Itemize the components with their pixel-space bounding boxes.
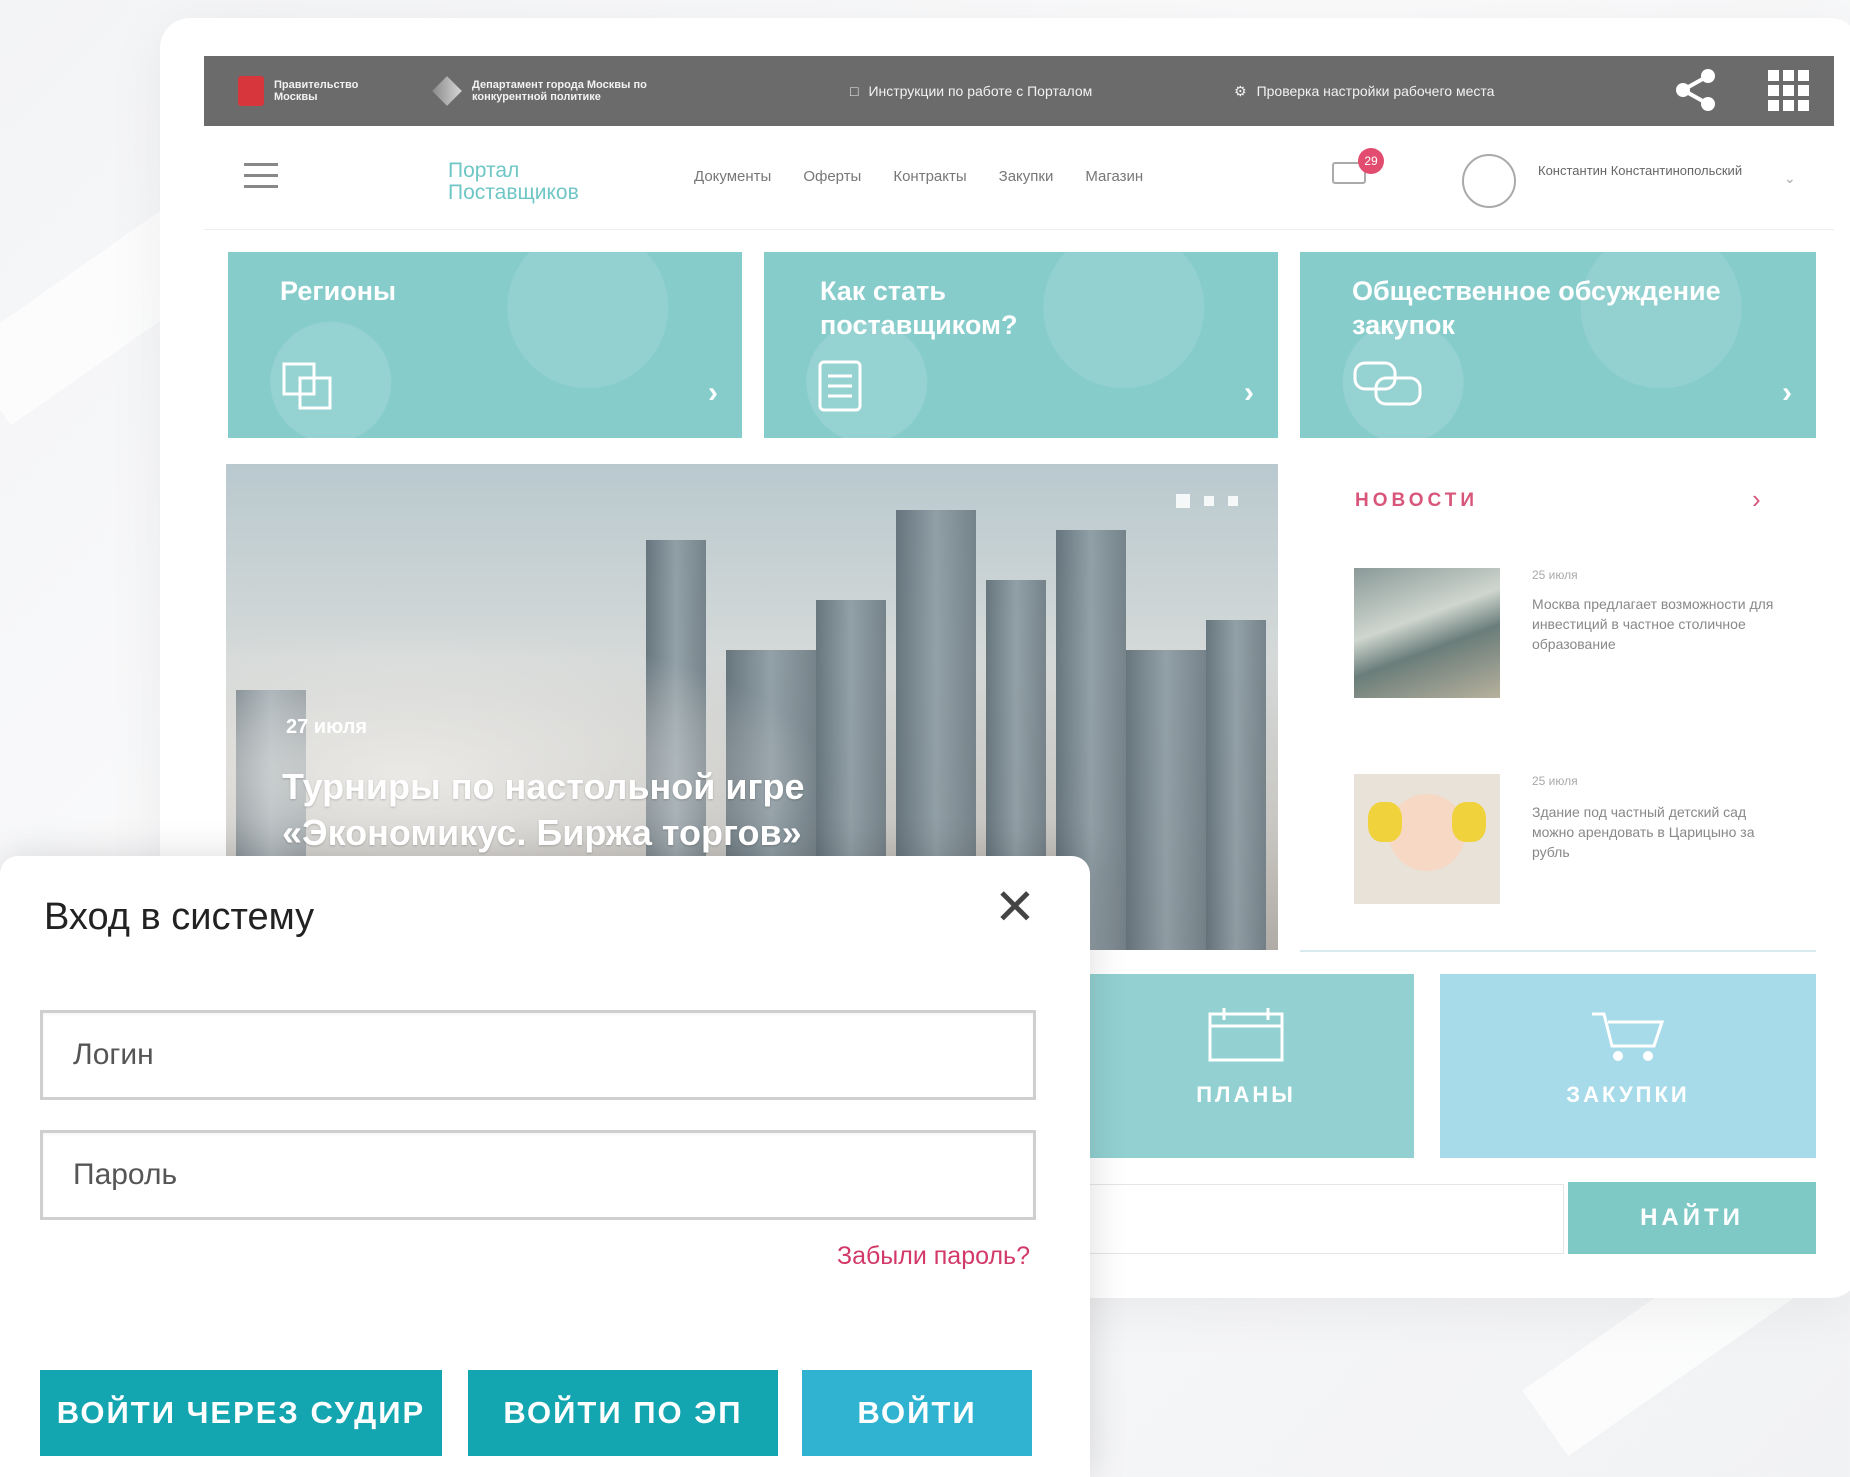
hero-date: 27 июля [286, 716, 368, 738]
instructions-link[interactable]: □ Инструкции по работе с Порталом [850, 83, 1092, 99]
copy-icon [282, 362, 332, 410]
nav-item-contracts[interactable]: Контракты [893, 168, 966, 185]
search-input[interactable] [1078, 1184, 1564, 1254]
login-button[interactable]: ВОЙТИ [802, 1370, 1032, 1456]
news-heading[interactable]: НОВОСТИ [1355, 490, 1478, 512]
tile-plans[interactable]: ПЛАНЫ [1078, 974, 1414, 1158]
mail-icon[interactable]: 29 [1332, 148, 1384, 184]
moscow-emblem-icon [238, 76, 264, 106]
news-text[interactable]: Москва предлагает возможности для инвест… [1532, 594, 1782, 654]
chevron-right-icon: › [708, 376, 718, 409]
chevron-right-icon[interactable]: › [1752, 484, 1761, 515]
apps-grid-icon[interactable] [1768, 70, 1809, 111]
nav-item-shop[interactable]: Магазин [1085, 168, 1143, 185]
tile-how-to-become-supplier[interactable]: Как стать поставщиком? › [764, 252, 1278, 438]
chevron-right-icon: › [1782, 376, 1792, 409]
tile-regions[interactable]: Регионы › [228, 252, 742, 438]
calendar-icon [1208, 1008, 1284, 1062]
nav-item-offers[interactable]: Оферты [803, 168, 861, 185]
shopping-cart-icon [1592, 1012, 1665, 1061]
nav-item-purchases[interactable]: Закупки [999, 168, 1054, 185]
portal-header: Портал Поставщиков Документы Оферты Конт… [204, 126, 1834, 230]
news-image[interactable] [1354, 774, 1500, 904]
book-icon: □ [850, 83, 859, 99]
tile-title: Общественное обсуждение закупок [1352, 276, 1721, 340]
password-field[interactable] [40, 1130, 1036, 1220]
slider-dots[interactable] [1176, 494, 1238, 508]
chat-bubbles-icon [1353, 361, 1422, 406]
mail-count-badge: 29 [1358, 148, 1384, 174]
department-emblem-icon [432, 76, 462, 106]
workplace-check-label: Проверка настройки рабочего места [1256, 83, 1495, 99]
news-text[interactable]: Здание под частный детский сад можно аре… [1532, 802, 1782, 862]
avatar[interactable] [1462, 154, 1516, 208]
user-name[interactable]: Константин Константинопольский [1538, 162, 1768, 179]
forgot-password-link[interactable]: Забыли пароль? [837, 1242, 1030, 1271]
instructions-label: Инструкции по работе с Порталом [868, 83, 1093, 99]
login-sudir-button[interactable]: ВОЙТИ ЧЕРЕЗ СУДИР [40, 1370, 442, 1456]
top-bar: Правительство Москвы Департамент города … [204, 56, 1834, 126]
government-label: Правительство Москвы [274, 79, 359, 103]
search-button[interactable]: НАЙТИ [1568, 1182, 1816, 1254]
news-date: 25 июля [1532, 568, 1578, 582]
department-label: Департамент города Москвы по конкурентно… [472, 79, 647, 103]
tile-title: Регионы [280, 276, 397, 306]
close-icon[interactable]: ✕ [994, 882, 1036, 932]
login-ep-button[interactable]: ВОЙТИ ПО ЭП [468, 1370, 778, 1456]
modal-title: Вход в систему [44, 896, 315, 938]
gear-icon: ⚙ [1234, 82, 1247, 99]
department-link[interactable]: Департамент города Москвы по конкурентно… [432, 76, 662, 106]
divider [1300, 950, 1816, 952]
share-icon[interactable] [1674, 68, 1718, 112]
login-modal: Вход в систему ✕ Забыли пароль? ВОЙТИ ЧЕ… [0, 856, 1090, 1477]
workplace-check-link[interactable]: ⚙ Проверка настройки рабочего места [1234, 83, 1494, 100]
nav-item-documents[interactable]: Документы [694, 168, 771, 185]
chevron-down-icon[interactable]: ⌄ [1784, 170, 1796, 187]
hero-title[interactable]: Турниры по настольной игре «Экономикус. … [282, 764, 982, 856]
tile-title: Как стать поставщиком? [820, 276, 1018, 340]
tile-public-discussion[interactable]: Общественное обсуждение закупок › [1300, 252, 1816, 438]
portal-logo[interactable]: Портал Поставщиков [448, 160, 618, 204]
tile-plans-label: ПЛАНЫ [1196, 1082, 1296, 1107]
document-list-icon [818, 360, 862, 412]
government-link[interactable]: Правительство Москвы [238, 76, 384, 106]
tile-purchases[interactable]: ЗАКУПКИ [1440, 974, 1816, 1158]
menu-icon[interactable] [244, 163, 278, 196]
news-date: 25 июля [1532, 774, 1578, 788]
chevron-right-icon: › [1244, 376, 1254, 409]
tile-purchases-label: ЗАКУПКИ [1566, 1082, 1690, 1107]
main-nav: Документы Оферты Контракты Закупки Магаз… [694, 168, 1143, 185]
login-field[interactable] [40, 1010, 1036, 1100]
news-image[interactable] [1354, 568, 1500, 698]
